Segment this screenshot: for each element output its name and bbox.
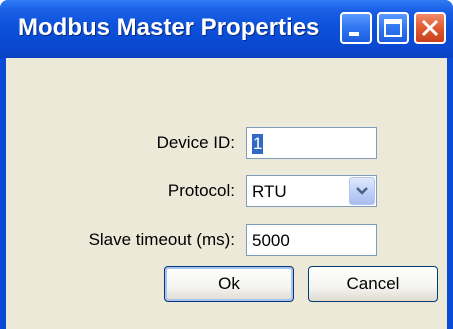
slave-timeout-label: Slave timeout (ms): bbox=[88, 230, 235, 249]
maximize-button[interactable] bbox=[377, 12, 409, 44]
minimize-button[interactable] bbox=[340, 12, 372, 44]
dialog-body: Device ID: 1 Protocol: RTU Slave timeout… bbox=[6, 58, 447, 329]
dialog-window: Modbus Master Properties Device ID: 1 Pr… bbox=[0, 0, 453, 329]
protocol-select[interactable]: RTU bbox=[246, 175, 377, 207]
close-icon bbox=[421, 19, 439, 37]
slave-timeout-input[interactable]: 5000 bbox=[246, 224, 377, 256]
device-id-input[interactable]: 1 bbox=[246, 127, 377, 159]
minimize-icon bbox=[349, 32, 359, 36]
device-id-label: Device ID: bbox=[156, 133, 235, 152]
slave-timeout-value: 5000 bbox=[252, 231, 290, 250]
ok-button[interactable]: Ok bbox=[164, 266, 294, 302]
protocol-dropdown-button[interactable] bbox=[349, 177, 375, 205]
window-title: Modbus Master Properties bbox=[18, 14, 320, 41]
chevron-down-icon bbox=[356, 187, 368, 195]
device-id-value: 1 bbox=[252, 134, 264, 154]
cancel-button[interactable]: Cancel bbox=[308, 266, 438, 302]
maximize-icon bbox=[384, 19, 402, 37]
protocol-label: Protocol: bbox=[167, 181, 235, 200]
title-bar[interactable]: Modbus Master Properties bbox=[0, 0, 453, 58]
protocol-value: RTU bbox=[252, 182, 287, 201]
close-button[interactable] bbox=[414, 12, 446, 44]
